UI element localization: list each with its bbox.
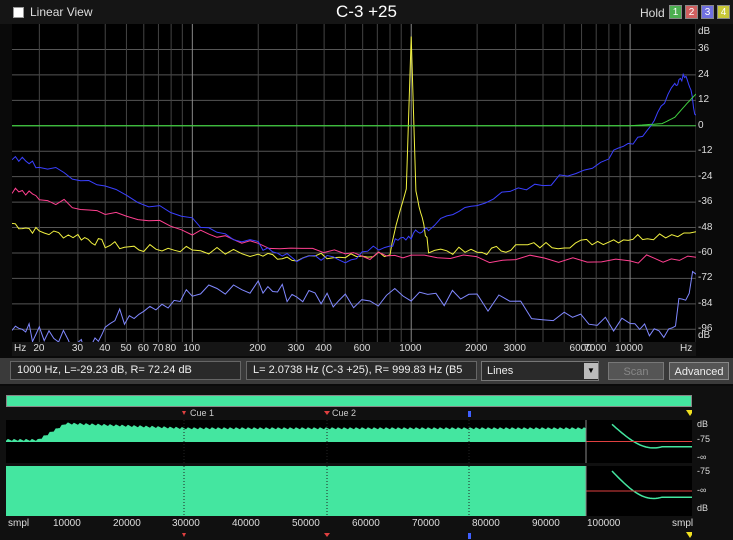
sample-tick-label: smpl bbox=[672, 518, 694, 529]
sample-tick-label: 70000 bbox=[412, 518, 440, 529]
cursor-readout: 1000 Hz, L=-29.23 dB, R= 72.24 dB bbox=[10, 361, 241, 380]
hold-button-3[interactable]: 3 bbox=[701, 5, 714, 19]
wave-db-label: -∞ bbox=[697, 485, 707, 495]
spectrum-series-3 bbox=[12, 72, 696, 264]
frequency-tick-label: 1000 bbox=[399, 343, 422, 354]
sample-tick-label: 50000 bbox=[292, 518, 320, 529]
overview-bar[interactable] bbox=[6, 395, 692, 407]
db-tick-label: -60 bbox=[698, 246, 713, 258]
cue-marker-icon[interactable] bbox=[182, 411, 186, 415]
frequency-tick-label: Hz bbox=[680, 343, 693, 354]
cue-1-label: Cue 1 bbox=[190, 408, 215, 418]
wave-db-label: dB bbox=[697, 419, 709, 429]
db-tick-label: dB bbox=[698, 330, 711, 341]
frequency-tick-label: 400 bbox=[315, 343, 332, 354]
wave-db-label: -∞ bbox=[697, 452, 707, 462]
spectrum-chart[interactable] bbox=[12, 24, 696, 342]
cue-2-label: Cue 2 bbox=[332, 408, 357, 418]
cue-marker-icon[interactable] bbox=[324, 411, 330, 415]
db-unit-label: dB bbox=[698, 26, 711, 37]
frequency-tick-label: 300 bbox=[287, 343, 305, 354]
spectrum-series-4 bbox=[12, 270, 696, 342]
db-tick-label: 12 bbox=[698, 94, 710, 106]
sample-tick-label: 80000 bbox=[472, 518, 500, 529]
sample-tick-label: 10000 bbox=[53, 518, 81, 529]
frequency-tick-label: 70 bbox=[152, 343, 164, 354]
note-title: C-3 +25 bbox=[336, 2, 397, 21]
sample-tick-label: 40000 bbox=[232, 518, 260, 529]
frequency-tick-label: 7000 bbox=[584, 343, 607, 354]
sample-tick-label: smpl bbox=[8, 518, 30, 529]
db-tick-label: -72 bbox=[698, 272, 713, 284]
bottom-ruler bbox=[182, 532, 692, 539]
hold-label: Hold bbox=[640, 6, 665, 20]
display-mode-select[interactable]: Lines bbox=[481, 361, 599, 381]
db-tick-label: -48 bbox=[698, 221, 713, 233]
spectrum-series-5 bbox=[12, 93, 696, 127]
db-tick-label: 24 bbox=[698, 68, 710, 80]
frequency-tick-label: 30 bbox=[71, 343, 84, 354]
hold-button-2[interactable]: 2 bbox=[685, 5, 698, 19]
decay-curve bbox=[611, 423, 692, 449]
db-tick-label: -24 bbox=[698, 170, 713, 182]
frequency-tick-label: 200 bbox=[249, 343, 266, 354]
frequency-tick-label: 2000 bbox=[465, 343, 488, 354]
hold-button-4[interactable]: 4 bbox=[717, 5, 730, 19]
frequency-tick-label: 3000 bbox=[503, 343, 526, 354]
decay-curve bbox=[611, 470, 692, 500]
marker-icon[interactable] bbox=[468, 411, 471, 417]
hold-button-1[interactable]: 1 bbox=[669, 5, 682, 19]
frequency-tick-label: 10000 bbox=[615, 343, 643, 354]
marker-readout: L= 2.0738 Hz (C-3 +25), R= 999.83 Hz (B5 bbox=[246, 361, 477, 380]
frequency-tick-label: 40 bbox=[99, 343, 111, 354]
spectrum-series-2 bbox=[12, 187, 696, 264]
frequency-tick-label: 50 bbox=[120, 343, 132, 354]
frequency-tick-label: 20 bbox=[33, 343, 45, 354]
db-tick-label: -12 bbox=[698, 145, 713, 157]
frequency-tick-label: 60 bbox=[137, 343, 149, 354]
db-tick-label: -84 bbox=[698, 297, 713, 309]
advanced-button[interactable]: Advanced bbox=[669, 362, 729, 380]
db-tick-label: 36 bbox=[698, 43, 710, 55]
waveform-fill bbox=[6, 422, 587, 443]
db-tick-label: 0 bbox=[698, 119, 704, 131]
frequency-tick-label: 600 bbox=[353, 343, 371, 354]
wave-db-label: -75 bbox=[697, 434, 711, 444]
sample-tick-label: 100000 bbox=[587, 518, 621, 529]
waveform-channel-right[interactable] bbox=[6, 466, 692, 516]
sample-tick-label: 60000 bbox=[352, 518, 380, 529]
chevron-down-icon[interactable]: ▼ bbox=[584, 363, 598, 379]
frequency-tick-label: 100 bbox=[183, 343, 201, 354]
sample-tick-label: 20000 bbox=[113, 518, 141, 529]
waveform-channel-left[interactable] bbox=[6, 420, 692, 463]
end-marker-icon[interactable] bbox=[686, 410, 692, 416]
frequency-tick-label: Hz bbox=[14, 343, 27, 354]
frequency-tick-label: 80 bbox=[165, 343, 177, 354]
wave-db-label: -75 bbox=[697, 466, 711, 476]
scan-button[interactable]: Scan bbox=[608, 362, 664, 380]
db-tick-label: -36 bbox=[698, 196, 713, 208]
waveform-fill bbox=[6, 466, 586, 516]
sample-tick-label: 30000 bbox=[172, 518, 200, 529]
wave-db-label: dB bbox=[697, 503, 709, 513]
sample-tick-label: 90000 bbox=[532, 518, 560, 529]
